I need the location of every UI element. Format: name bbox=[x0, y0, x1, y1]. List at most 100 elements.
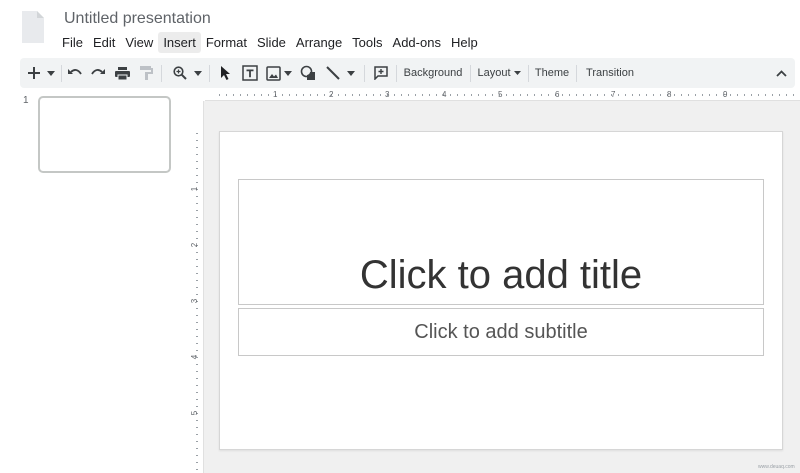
shape-icon bbox=[300, 65, 315, 80]
image-button[interactable] bbox=[263, 58, 283, 88]
ruler-tick bbox=[765, 94, 766, 96]
shape-button[interactable] bbox=[297, 58, 319, 88]
image-dropdown[interactable] bbox=[283, 58, 293, 88]
text-box-button[interactable] bbox=[239, 58, 261, 88]
ruler-tick bbox=[359, 94, 360, 96]
menu-format[interactable]: Format bbox=[201, 32, 252, 53]
ruler-tick bbox=[681, 94, 682, 96]
chevron-down-icon bbox=[347, 70, 355, 76]
ruler-tick bbox=[590, 94, 591, 96]
ruler-tick bbox=[639, 94, 640, 96]
menu-view[interactable]: View bbox=[120, 32, 158, 53]
zoom-button[interactable] bbox=[169, 58, 191, 88]
ruler-tick bbox=[196, 224, 198, 225]
ruler-tick bbox=[196, 378, 198, 379]
insert-comment-button[interactable] bbox=[370, 58, 392, 88]
slide-thumbnail[interactable] bbox=[38, 96, 171, 173]
menu-file[interactable]: File bbox=[57, 32, 88, 53]
zoom-icon bbox=[173, 66, 187, 80]
ruler-tick bbox=[485, 94, 486, 96]
ruler-tick bbox=[492, 94, 493, 96]
layout-button[interactable]: Layout bbox=[474, 58, 524, 88]
collapse-toolbar-button[interactable] bbox=[771, 58, 791, 88]
ruler-tick bbox=[548, 94, 549, 96]
ruler-tick bbox=[196, 217, 198, 218]
ruler-top-label: 1 bbox=[273, 90, 278, 99]
chevron-down-icon bbox=[47, 70, 55, 76]
ruler-tick bbox=[534, 94, 535, 96]
ruler-tick bbox=[772, 94, 773, 96]
presentation-title[interactable]: Untitled presentation bbox=[64, 10, 211, 28]
vertical-ruler[interactable]: 1 2 3 4 5 bbox=[190, 89, 204, 473]
ruler-top-label: 9 bbox=[723, 90, 728, 99]
ruler-tick bbox=[366, 94, 367, 96]
ruler-tick bbox=[436, 94, 437, 96]
ruler-tick bbox=[196, 203, 198, 204]
theme-button[interactable]: Theme bbox=[531, 58, 573, 88]
transition-label: Transition bbox=[586, 67, 634, 79]
subtitle-placeholder[interactable]: Click to add subtitle bbox=[238, 308, 764, 356]
image-icon bbox=[265, 65, 281, 81]
undo-button[interactable] bbox=[64, 58, 84, 88]
paint-format-button[interactable] bbox=[136, 58, 156, 88]
ruler-tick bbox=[394, 94, 395, 96]
ruler-tick bbox=[196, 133, 198, 134]
subtitle-placeholder-text: Click to add subtitle bbox=[414, 320, 588, 343]
chevron-down-icon bbox=[284, 70, 292, 76]
menu-bar: File Edit View Insert Format Slide Arran… bbox=[57, 32, 483, 53]
ruler-tick bbox=[562, 94, 563, 96]
line-dropdown[interactable] bbox=[345, 58, 357, 88]
ruler-tick bbox=[289, 94, 290, 96]
ruler-tick bbox=[457, 94, 458, 96]
ruler-tick bbox=[196, 329, 198, 330]
transition-button[interactable]: Transition bbox=[581, 58, 639, 88]
ruler-tick bbox=[429, 94, 430, 96]
zoom-dropdown[interactable] bbox=[192, 58, 204, 88]
menu-insert[interactable]: Insert bbox=[158, 32, 201, 53]
horizontal-ruler[interactable]: 1 2 3 4 5 6 7 8 9 bbox=[205, 89, 800, 101]
menu-arrange[interactable]: Arrange bbox=[291, 32, 347, 53]
menu-tools[interactable]: Tools bbox=[347, 32, 387, 53]
ruler-tick bbox=[233, 94, 234, 96]
select-tool-button[interactable] bbox=[216, 58, 236, 88]
menu-help[interactable]: Help bbox=[446, 32, 483, 53]
ruler-tick bbox=[196, 308, 198, 309]
ruler-tick bbox=[196, 210, 198, 211]
ruler-tick bbox=[688, 94, 689, 96]
new-slide-button[interactable] bbox=[24, 58, 44, 88]
new-slide-dropdown[interactable] bbox=[45, 58, 57, 88]
ruler-tick bbox=[604, 94, 605, 96]
ruler-tick bbox=[240, 94, 241, 96]
ruler-tick bbox=[196, 287, 198, 288]
line-button[interactable] bbox=[322, 58, 344, 88]
print-button[interactable] bbox=[112, 58, 132, 88]
ruler-tick bbox=[196, 154, 198, 155]
ruler-top-label: 4 bbox=[442, 90, 447, 99]
ruler-tick bbox=[196, 231, 198, 232]
ruler-tick bbox=[520, 94, 521, 96]
undo-icon bbox=[67, 69, 82, 75]
comment-add-icon bbox=[374, 66, 388, 80]
ruler-tick bbox=[282, 94, 283, 96]
ruler-tick bbox=[254, 94, 255, 96]
background-button[interactable]: Background bbox=[400, 58, 466, 88]
slide-canvas[interactable]: Click to add title Click to add subtitle bbox=[219, 131, 783, 450]
ruler-tick bbox=[247, 94, 248, 96]
ruler-tick bbox=[450, 94, 451, 96]
slides-logo-icon[interactable] bbox=[22, 11, 44, 43]
ruler-tick bbox=[303, 94, 304, 96]
ruler-tick bbox=[709, 94, 710, 96]
ruler-left-label: 2 bbox=[190, 242, 200, 248]
redo-button[interactable] bbox=[88, 58, 108, 88]
theme-label: Theme bbox=[534, 67, 570, 79]
ruler-top-label: 8 bbox=[667, 90, 672, 99]
ruler-top-label: 5 bbox=[498, 90, 503, 99]
ruler-tick bbox=[196, 427, 198, 428]
title-placeholder[interactable]: Click to add title bbox=[238, 179, 764, 305]
ruler-tick bbox=[674, 94, 675, 96]
menu-edit[interactable]: Edit bbox=[88, 32, 120, 53]
menu-add-ons[interactable]: Add-ons bbox=[388, 32, 446, 53]
menu-slide[interactable]: Slide bbox=[252, 32, 291, 53]
ruler-tick bbox=[786, 94, 787, 96]
ruler-tick bbox=[196, 322, 198, 323]
